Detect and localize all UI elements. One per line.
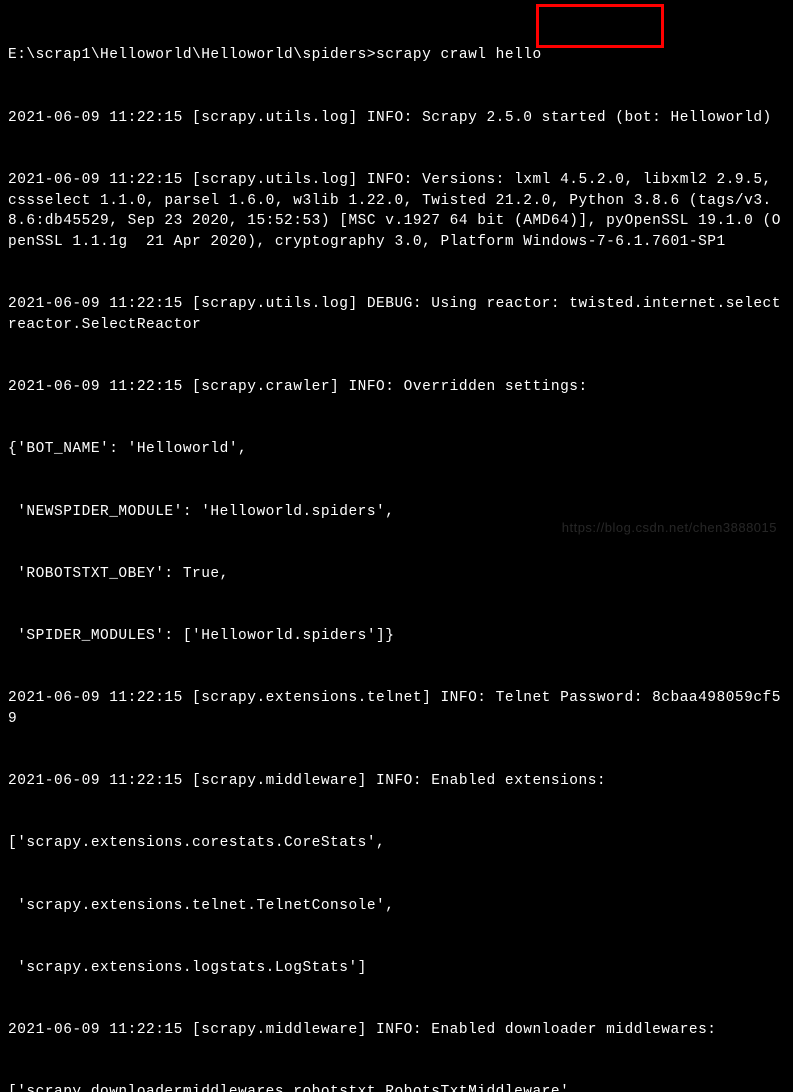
- terminal-line: 2021-06-09 11:22:15 [scrapy.middleware] …: [8, 771, 785, 792]
- terminal-line: ['scrapy.downloadermiddlewares.robotstxt…: [8, 1082, 785, 1092]
- terminal-line: 2021-06-09 11:22:15 [scrapy.extensions.t…: [8, 688, 785, 729]
- terminal-line: E:\scrap1\Helloworld\Helloworld\spiders>…: [8, 45, 785, 66]
- terminal-line: ['scrapy.extensions.corestats.CoreStats'…: [8, 833, 785, 854]
- terminal-line: 'scrapy.extensions.telnet.TelnetConsole'…: [8, 896, 785, 917]
- terminal-line: 'ROBOTSTXT_OBEY': True,: [8, 564, 785, 585]
- terminal-line: 2021-06-09 11:22:15 [scrapy.utils.log] I…: [8, 108, 785, 129]
- terminal-line: 'NEWSPIDER_MODULE': 'Helloworld.spiders'…: [8, 502, 785, 523]
- terminal-line: 2021-06-09 11:22:15 [scrapy.utils.log] D…: [8, 294, 785, 335]
- terminal-line: 2021-06-09 11:22:15 [scrapy.utils.log] I…: [8, 170, 785, 253]
- terminal-line: 'scrapy.extensions.logstats.LogStats']: [8, 958, 785, 979]
- terminal-line: {'BOT_NAME': 'Helloworld',: [8, 439, 785, 460]
- terminal-line: 2021-06-09 11:22:15 [scrapy.crawler] INF…: [8, 377, 785, 398]
- terminal-line: 'SPIDER_MODULES': ['Helloworld.spiders']…: [8, 626, 785, 647]
- terminal-line: 2021-06-09 11:22:15 [scrapy.middleware] …: [8, 1020, 785, 1041]
- terminal-output[interactable]: E:\scrap1\Helloworld\Helloworld\spiders>…: [8, 4, 785, 1092]
